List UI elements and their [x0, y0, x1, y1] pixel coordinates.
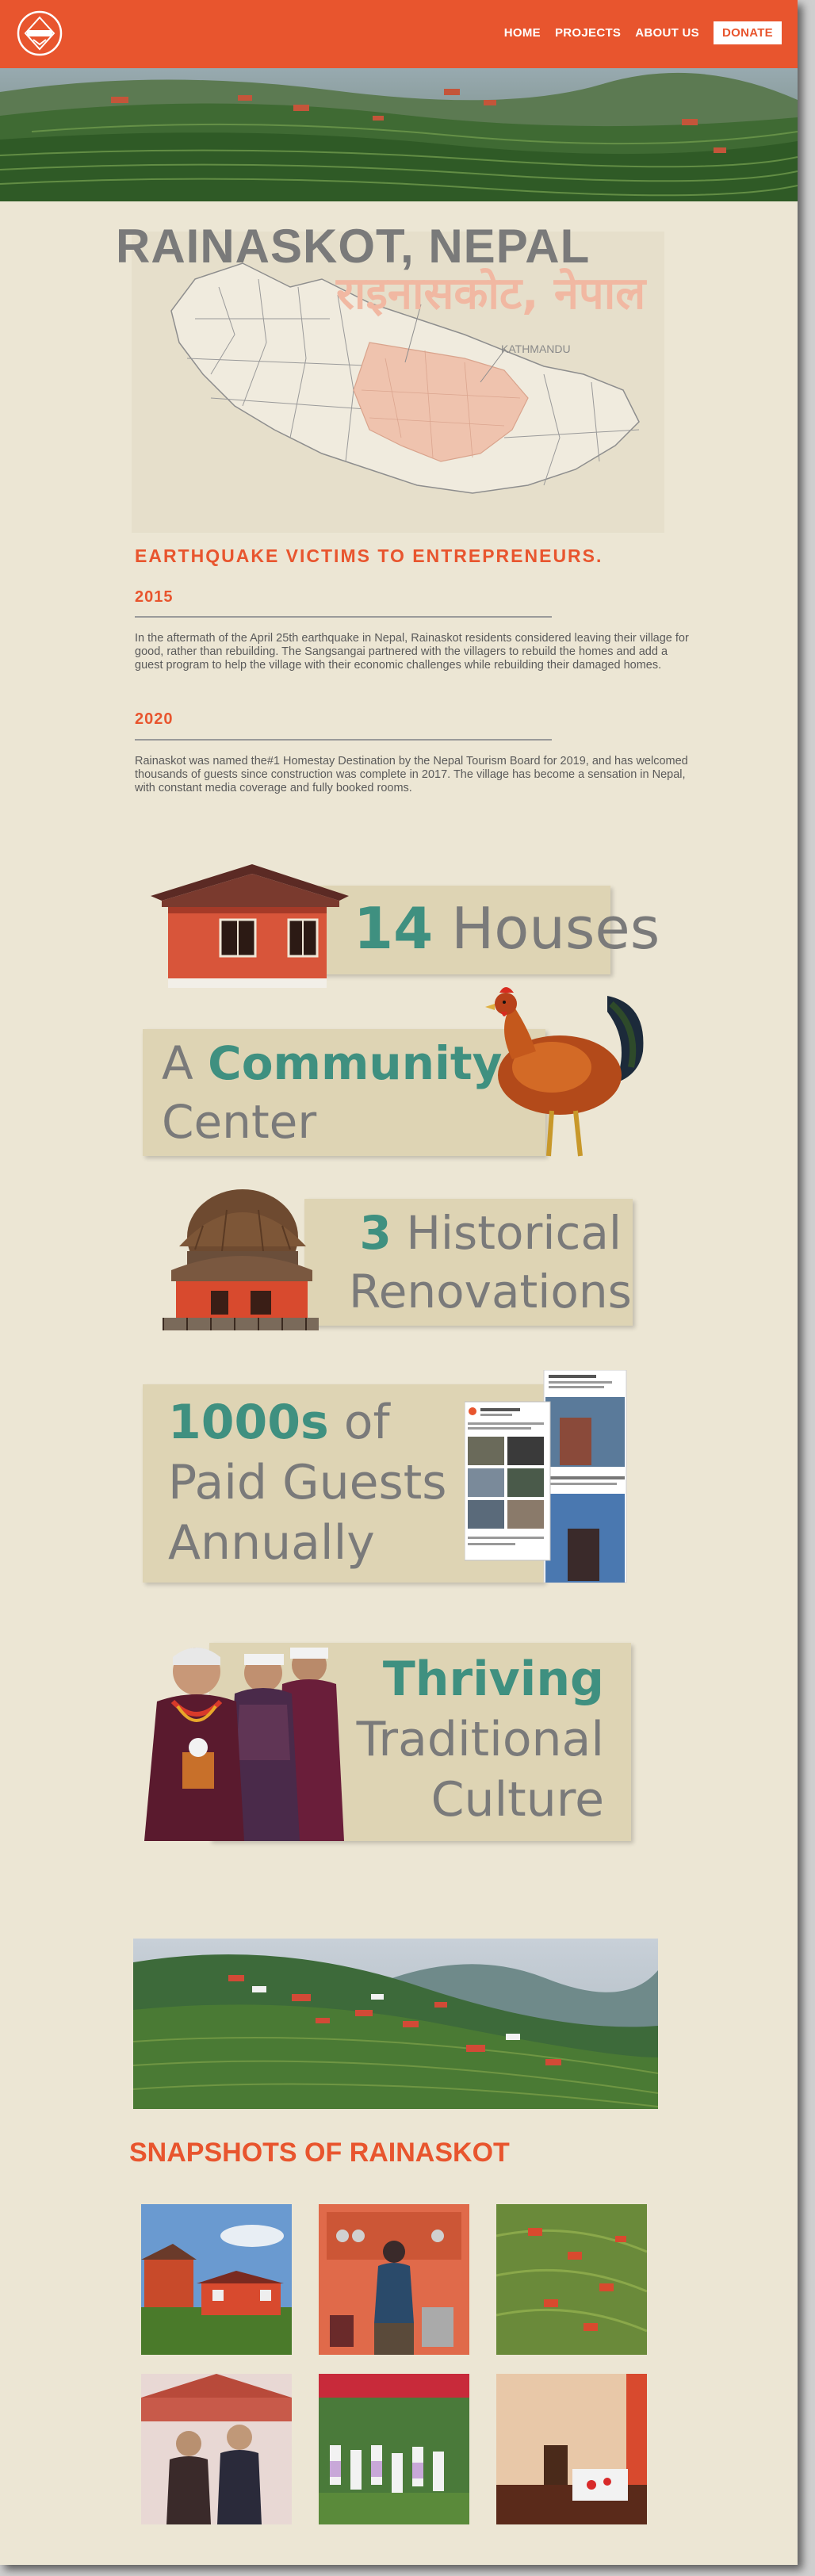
- stat-guests-number: 1000s: [168, 1395, 329, 1450]
- gallery-photo-villagers[interactable]: [141, 2374, 292, 2524]
- rooster-image: [485, 987, 644, 1157]
- gallery-photo-aerial[interactable]: [496, 2204, 647, 2355]
- stat-renovations-label: Historical: [406, 1206, 622, 1260]
- stat-renovations: 3 Historical Renovations: [349, 1204, 632, 1321]
- stat-guests-line3: Annually: [168, 1515, 375, 1571]
- page: HOME PROJECTS ABOUT US DONATE KATHMANDU …: [0, 0, 798, 2565]
- story-paragraph-2020: Rainaskot was named the#1 Homestay Desti…: [135, 755, 688, 794]
- nav-menu: HOME PROJECTS ABOUT US DONATE: [504, 21, 782, 44]
- stat-houses: 14 Houses: [354, 894, 660, 963]
- stat-community: A Community Center: [162, 1034, 502, 1151]
- stat-renovations-number: 3: [359, 1206, 392, 1260]
- stat-community-bold: Community: [208, 1036, 503, 1090]
- stat-culture-line2: Traditional: [356, 1712, 604, 1767]
- stat-houses-label: Houses: [451, 895, 660, 962]
- map-label-kathmandu: KATHMANDU: [501, 343, 571, 355]
- stat-guests-line2: Paid Guests: [168, 1455, 447, 1510]
- nav-home[interactable]: HOME: [504, 26, 541, 40]
- house-image: [151, 864, 349, 988]
- gallery-photo-dancers[interactable]: [319, 2374, 469, 2524]
- nav-about-us[interactable]: ABOUT US: [635, 26, 699, 40]
- logo-icon[interactable]: [16, 10, 63, 57]
- elderly-women-image: [144, 1648, 344, 1841]
- donate-button[interactable]: DONATE: [713, 21, 782, 44]
- gallery-photo-bedroom[interactable]: [496, 2374, 647, 2524]
- divider: [135, 616, 552, 618]
- gallery-photo-kitchen[interactable]: [319, 2204, 469, 2355]
- gallery-photo-houses[interactable]: [141, 2204, 292, 2355]
- stat-culture-line3: Culture: [430, 1772, 604, 1828]
- stat-community-prefix: A: [162, 1036, 193, 1090]
- stat-community-suffix: Center: [162, 1095, 317, 1149]
- stat-guests-of: of: [343, 1395, 390, 1450]
- hero-banner-image: [0, 68, 798, 201]
- hut-image: [163, 1189, 319, 1330]
- stat-guests: 1000s of Paid Guests Annually: [168, 1392, 447, 1573]
- stat-renovations-label-line2: Renovations: [349, 1265, 632, 1319]
- gallery-heading: SNAPSHOTS OF RAINASKOT: [129, 2138, 510, 2168]
- divider: [135, 739, 552, 741]
- stat-houses-number: 14: [354, 895, 434, 962]
- social-media-posts-image: [465, 1370, 627, 1583]
- page-title-nepali: राइनासकोट, नेपाल: [336, 268, 646, 320]
- year-2020: 2020: [135, 710, 174, 728]
- village-panorama-image: [133, 1939, 658, 2109]
- top-nav: HOME PROJECTS ABOUT US DONATE: [0, 0, 798, 68]
- story-paragraph-2015: In the aftermath of the April 25th earth…: [135, 632, 689, 672]
- story-heading: EARTHQUAKE VICTIMS TO ENTREPRENEURS.: [135, 545, 603, 566]
- stat-culture-bold: Thriving: [382, 1652, 604, 1707]
- stat-culture: Thriving Traditional Culture: [349, 1649, 604, 1830]
- nav-projects[interactable]: PROJECTS: [555, 26, 621, 40]
- year-2015: 2015: [135, 588, 174, 606]
